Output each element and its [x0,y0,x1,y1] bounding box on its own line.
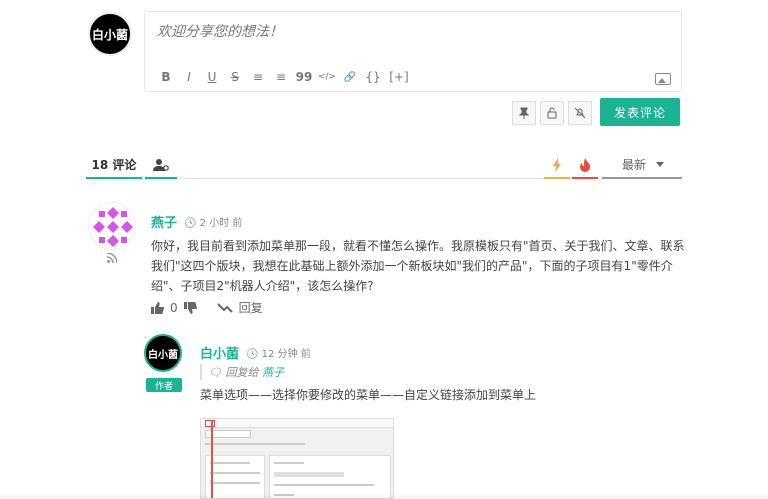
underline-icon[interactable]: U [201,67,223,87]
reply-icon[interactable] [216,302,233,314]
lock-button[interactable] [540,101,564,125]
reply-button[interactable]: 回复 [239,299,263,316]
chevron-down-icon [656,162,665,167]
image-icon[interactable] [655,73,671,85]
strikethrough-icon[interactable]: S [224,67,246,87]
quote-icon[interactable]: 99 [293,67,315,87]
author-avatar: 白小菌 [144,334,182,372]
insert-icon[interactable]: [+] [385,67,413,87]
editor-toolbar: B I U S ≡ ≡ 99 </> 🔗 {} [+] [155,67,414,87]
sort-select[interactable]: 最新 [602,152,682,179]
rss-icon [107,253,117,263]
bold-icon[interactable]: B [155,67,177,87]
thumbs-down-icon[interactable] [183,301,197,314]
comment-author[interactable]: 燕子 [151,212,177,231]
link-icon[interactable]: 🔗 [339,67,361,87]
unordered-list-icon[interactable]: ≡ [270,67,292,87]
comment-editor[interactable]: B I U S ≡ ≡ 99 </> 🔗 {} [+] [144,11,682,92]
comment-actions: 0 回复 [151,299,263,316]
ordered-list-icon[interactable]: ≡ [247,67,269,87]
attached-screenshot[interactable] [200,418,394,499]
identicon-icon [89,203,135,249]
tab-comment-count[interactable]: 18 评论 [86,152,142,179]
lightning-icon [553,157,561,172]
lock-icon [547,107,557,119]
current-user-avatar: 白小菌 [88,12,132,56]
tab-popular[interactable] [572,152,598,179]
reply-text: 菜单选项——选择你要修改的菜单——自定义链接添加到菜单上 [200,388,537,402]
tab-hot[interactable] [544,152,570,179]
mute-button[interactable] [568,101,592,125]
like-count: 0 [170,300,178,315]
reply-to-prefix: 回复给 [225,366,259,379]
submit-comment-button[interactable]: 发表评论 [600,98,680,126]
code-icon[interactable]: </> [316,67,338,87]
reply-author[interactable]: 白小菌 [200,343,239,362]
user-settings-icon [153,158,169,171]
pin-button[interactable] [512,101,536,125]
thumbs-up-icon[interactable] [151,301,164,314]
reply-time: 🕓 12 分钟 前 [246,349,311,360]
bell-off-icon [574,107,586,119]
italic-icon[interactable]: I [178,67,200,87]
reply-to-line: 🗨 回复给 燕子 [200,364,284,380]
commenter-avatar [88,202,136,250]
fire-icon [580,157,590,172]
reply-to-user[interactable]: 燕子 [262,366,284,379]
code-block-icon[interactable]: {} [362,67,384,87]
sort-label: 最新 [622,158,647,172]
author-badge: 作者 [146,378,182,392]
comment-text: 你好，我目前看到添加菜单那一段，就看不懂怎么操作。我原模板只有"首页、关于我们、… [151,239,685,293]
comment-time: 🕓 2 小时 前 [184,218,243,229]
pin-icon [518,107,530,119]
comment-bubble-icon: 🗨 [208,366,222,379]
comment-input[interactable] [157,24,657,40]
tab-user-filter[interactable] [145,152,177,179]
